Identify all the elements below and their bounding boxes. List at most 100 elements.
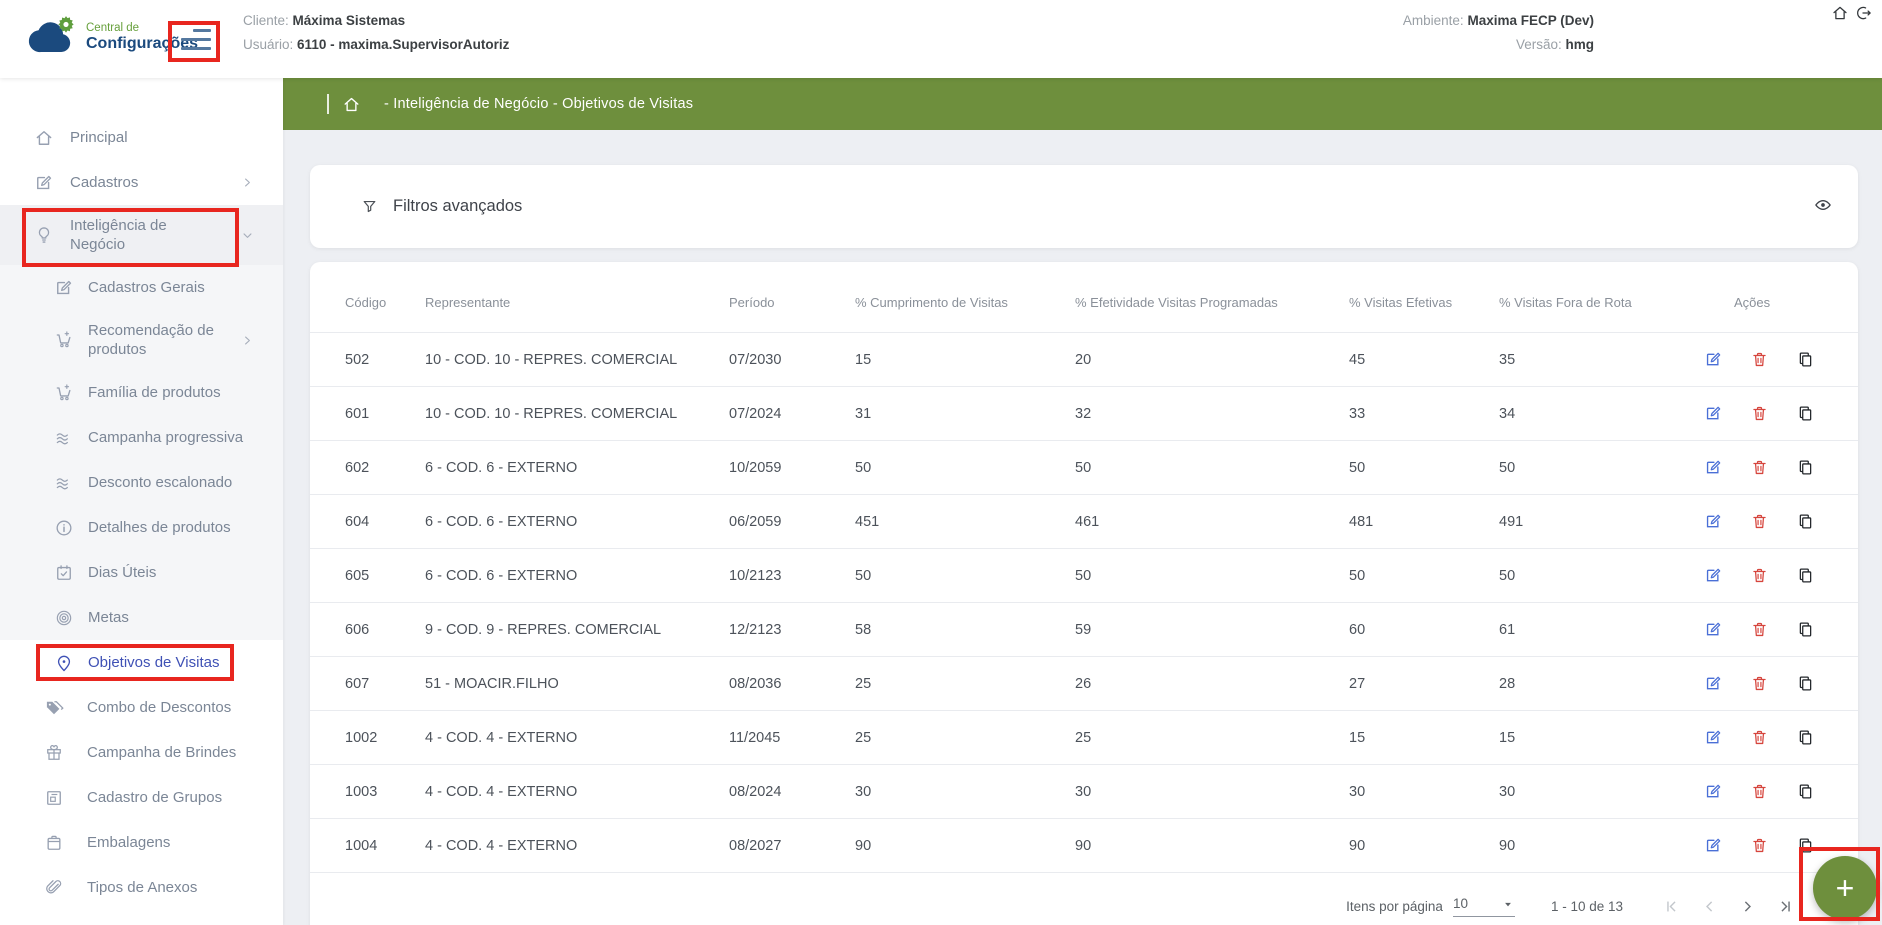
column-header-representante[interactable]: Representante [425, 295, 729, 310]
column-header-fora-de-rota[interactable]: % Visitas Fora de Rota [1499, 295, 1689, 310]
items-per-page-select[interactable]: 10 [1453, 896, 1515, 917]
column-header-periodo[interactable]: Período [729, 295, 855, 310]
copy-button[interactable] [1796, 782, 1815, 801]
delete-button[interactable] [1750, 566, 1769, 585]
edit-button[interactable] [1704, 350, 1723, 369]
copy-icon [1796, 782, 1815, 801]
sidebar-item-dias-uteis[interactable]: Dias Úteis [0, 550, 283, 595]
cell-visitas-efetivas: 27 [1349, 676, 1499, 692]
delete-button[interactable] [1750, 512, 1769, 531]
delete-button[interactable] [1750, 404, 1769, 423]
sidebar-item-cadastros[interactable]: Cadastros [0, 160, 283, 205]
add-button[interactable]: + [1813, 856, 1877, 920]
delete-button[interactable] [1750, 350, 1769, 369]
cell-periodo: 12/2123 [729, 622, 855, 638]
cell-periodo: 08/2036 [729, 676, 855, 692]
sidebar-item-cadastros-gerais[interactable]: Cadastros Gerais [0, 265, 283, 310]
cell-cumprimento: 31 [855, 406, 1075, 422]
app-window: Central de Configurações Cliente: Máxima… [0, 0, 1882, 925]
row-actions [1689, 728, 1828, 747]
cell-codigo: 605 [345, 568, 425, 584]
sidebar-item-label: Objetivos de Visitas [88, 653, 219, 672]
sidebar-item-restricoes[interactable]: Restrições [0, 910, 283, 925]
copy-button[interactable] [1796, 404, 1815, 423]
sidebar-item-familia-de-produtos[interactable]: Família de produtos [0, 370, 283, 415]
edit-button[interactable] [1704, 458, 1723, 477]
delete-button[interactable] [1750, 836, 1769, 855]
sidebar-item-inteligencia-de-negocio[interactable]: Inteligência de Negócio [0, 205, 283, 265]
sidebar-item-principal[interactable]: Principal [0, 115, 283, 160]
sidebar-item-cadastro-de-grupos[interactable]: Cadastro de Grupos [0, 775, 283, 820]
sidebar-item-combo-de-descontos[interactable]: Combo de Descontos [0, 685, 283, 730]
sidebar-item-embalagens[interactable]: Embalagens [0, 820, 283, 865]
sidebar-item-detalhes-de-produtos[interactable]: Detalhes de produtos [0, 505, 283, 550]
next-page-icon [1739, 898, 1756, 915]
eye-icon [1813, 195, 1833, 215]
previous-page-button[interactable] [1701, 898, 1718, 915]
row-actions [1689, 620, 1828, 639]
trash-icon [1750, 512, 1769, 531]
cell-representante: 6 - COD. 6 - EXTERNO [425, 568, 729, 584]
row-actions [1689, 674, 1828, 693]
edit-button[interactable] [1704, 674, 1723, 693]
ambiente-label: Ambiente: [1403, 13, 1464, 28]
row-actions [1689, 404, 1828, 423]
copy-button[interactable] [1796, 728, 1815, 747]
edit-button[interactable] [1704, 728, 1723, 747]
copy-button[interactable] [1796, 350, 1815, 369]
delete-button[interactable] [1750, 674, 1769, 693]
delete-button[interactable] [1750, 620, 1769, 639]
client-info: Cliente: Máxima Sistemas Usuário: 6110 -… [243, 13, 509, 61]
logo-cloud-icon [26, 14, 78, 60]
copy-button[interactable] [1796, 458, 1815, 477]
column-header-visitas-efetivas[interactable]: % Visitas Efetivas [1349, 295, 1499, 310]
breadcrumb-home-icon[interactable] [342, 95, 361, 114]
row-actions [1689, 512, 1828, 531]
toggle-visibility-button[interactable] [1810, 194, 1836, 220]
delete-button[interactable] [1750, 728, 1769, 747]
edit-button[interactable] [1704, 512, 1723, 531]
copy-button[interactable] [1796, 512, 1815, 531]
sidebar-item-desconto-escalonado[interactable]: Desconto escalonado [0, 460, 283, 505]
sidebar-item-campanha-progressiva[interactable]: Campanha progressiva [0, 415, 283, 460]
edit-button[interactable] [1704, 836, 1723, 855]
edit-icon [1704, 350, 1723, 369]
cell-codigo: 604 [345, 514, 425, 530]
logout-icon[interactable] [1854, 4, 1872, 22]
row-actions [1689, 836, 1828, 855]
edit-button[interactable] [1704, 404, 1723, 423]
cell-codigo: 1002 [345, 730, 425, 746]
delete-button[interactable] [1750, 782, 1769, 801]
cell-visitas-efetivas: 50 [1349, 568, 1499, 584]
copy-button[interactable] [1796, 674, 1815, 693]
sidebar-item-tipos-de-anexos[interactable]: Tipos de Anexos [0, 865, 283, 910]
edit-button[interactable] [1704, 782, 1723, 801]
last-page-button[interactable] [1777, 898, 1794, 915]
sidebar-item-label: Cadastros [70, 173, 138, 192]
sidebar-item-recomendacao-de-produtos[interactable]: Recomendação de produtos [0, 310, 283, 370]
menu-toggle-button[interactable] [181, 29, 211, 53]
copy-icon [1796, 512, 1815, 531]
sidebar-item-label: Dias Úteis [88, 563, 156, 582]
column-header-efetividade[interactable]: % Efetividade Visitas Programadas [1075, 295, 1349, 310]
copy-button[interactable] [1796, 566, 1815, 585]
first-page-button[interactable] [1663, 898, 1680, 915]
column-header-cumprimento[interactable]: % Cumprimento de Visitas [855, 295, 1075, 310]
next-page-button[interactable] [1739, 898, 1756, 915]
cell-visitas-efetivas: 30 [1349, 784, 1499, 800]
home-icon[interactable] [1831, 4, 1849, 22]
sidebar-item-metas[interactable]: Metas [0, 595, 283, 640]
copy-button[interactable] [1796, 836, 1815, 855]
sidebar-item-label: Campanha de Brindes [87, 743, 236, 762]
cell-efetividade: 90 [1075, 838, 1349, 854]
edit-button[interactable] [1704, 620, 1723, 639]
sidebar-item-campanha-de-brindes[interactable]: Campanha de Brindes [0, 730, 283, 775]
edit-button[interactable] [1704, 566, 1723, 585]
copy-icon [1796, 350, 1815, 369]
cell-visitas-efetivas: 33 [1349, 406, 1499, 422]
column-header-codigo[interactable]: Código [345, 295, 425, 310]
cell-periodo: 10/2059 [729, 460, 855, 476]
delete-button[interactable] [1750, 458, 1769, 477]
sidebar-item-objetivos-de-visitas[interactable]: Objetivos de Visitas [0, 640, 283, 685]
copy-button[interactable] [1796, 620, 1815, 639]
